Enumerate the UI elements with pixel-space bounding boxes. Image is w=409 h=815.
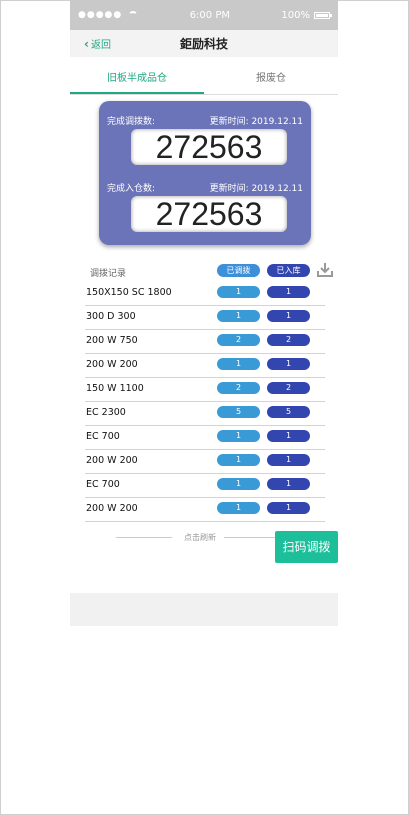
battery-icon bbox=[314, 11, 332, 19]
records-header: 调拨记录 已调拨 已入库 bbox=[70, 262, 338, 280]
list-item[interactable]: EC 2300 5 5 bbox=[85, 402, 325, 426]
transferred-count-badge: 1 bbox=[217, 454, 260, 466]
stocked-count-badge: 2 bbox=[267, 334, 310, 346]
divider-right bbox=[224, 537, 280, 538]
back-label: 返回 bbox=[90, 40, 111, 51]
item-name: 300 D 300 bbox=[86, 311, 136, 322]
transferred-count-badge: 2 bbox=[217, 382, 260, 394]
item-name: 150X150 SC 1800 bbox=[86, 287, 172, 298]
stocked-count-badge: 1 bbox=[267, 502, 310, 514]
stockin-count-label: 完成入仓数: bbox=[107, 184, 156, 194]
back-button[interactable]: ‹ 返回 bbox=[84, 36, 111, 52]
item-name: 200 W 200 bbox=[86, 359, 138, 370]
stocked-count-badge: 5 bbox=[267, 406, 310, 418]
item-name: 200 W 200 bbox=[86, 455, 138, 466]
nav-bar: ‹ 返回 鉅励科技 bbox=[70, 30, 338, 57]
transferred-count-badge: 1 bbox=[217, 478, 260, 490]
transfer-updated-time: 更新时间: 2019.12.11 bbox=[209, 117, 303, 127]
item-name: EC 2300 bbox=[86, 407, 126, 418]
list-item[interactable]: 200 W 200 1 1 bbox=[85, 354, 325, 378]
item-name: 200 W 200 bbox=[86, 503, 138, 514]
bottom-bar bbox=[70, 593, 338, 626]
stocked-count-badge: 1 bbox=[267, 358, 310, 370]
list-item[interactable]: EC 700 1 1 bbox=[85, 426, 325, 450]
summary-card: 完成调拨数: 更新时间: 2019.12.11 272563 完成入仓数: 更新… bbox=[99, 101, 311, 245]
status-time: 6:00 PM bbox=[189, 9, 230, 21]
tab-scrap-warehouse[interactable]: 报废仓 bbox=[204, 70, 338, 94]
transferred-count-badge: 1 bbox=[217, 310, 260, 322]
list-item[interactable]: 300 D 300 1 1 bbox=[85, 306, 325, 330]
records-list: 150X150 SC 1800 1 1 300 D 300 1 1 200 W 750 2… bbox=[85, 282, 325, 522]
item-name: 200 W 750 bbox=[86, 335, 138, 346]
transfer-count-label: 完成调拨数: bbox=[107, 117, 156, 127]
stocked-column-badge: 已入库 bbox=[267, 264, 310, 277]
stocked-count-badge: 1 bbox=[267, 310, 310, 322]
stocked-count-badge: 1 bbox=[267, 454, 310, 466]
tab-semi-finished-warehouse[interactable]: 旧板半成品仓 bbox=[70, 70, 204, 94]
records-title: 调拨记录 bbox=[90, 269, 127, 279]
stockin-updated-time: 更新时间: 2019.12.11 bbox=[209, 184, 303, 194]
item-name: 150 W 1100 bbox=[86, 383, 144, 394]
transferred-count-badge: 2 bbox=[217, 334, 260, 346]
stockin-count-value: 272563 bbox=[131, 196, 287, 232]
transferred-count-badge: 1 bbox=[217, 430, 260, 442]
divider-left bbox=[116, 537, 172, 538]
list-item[interactable]: 200 W 200 1 1 bbox=[85, 498, 325, 522]
phone-screen: ●●●●● 6:00 PM 100% ‹ 返回 鉅励科技 旧板半成品仓 报废仓 … bbox=[70, 0, 338, 630]
transferred-count-badge: 1 bbox=[217, 502, 260, 514]
item-name: EC 700 bbox=[86, 431, 120, 442]
refresh-link[interactable]: 点击刷新 bbox=[116, 531, 280, 543]
list-item[interactable]: 200 W 750 2 2 bbox=[85, 330, 325, 354]
list-item[interactable]: 150 W 1100 2 2 bbox=[85, 378, 325, 402]
stocked-count-badge: 2 bbox=[267, 382, 310, 394]
download-icon[interactable] bbox=[317, 262, 333, 278]
transferred-count-badge: 5 bbox=[217, 406, 260, 418]
list-item[interactable]: EC 700 1 1 bbox=[85, 474, 325, 498]
refresh-label: 点击刷新 bbox=[184, 533, 216, 542]
stocked-count-badge: 1 bbox=[267, 478, 310, 490]
stocked-count-badge: 1 bbox=[267, 286, 310, 298]
scan-transfer-button[interactable]: 扫码调拨 bbox=[275, 531, 338, 563]
transfer-count-value: 272563 bbox=[131, 129, 287, 165]
transferred-count-badge: 1 bbox=[217, 286, 260, 298]
list-item[interactable]: 200 W 200 1 1 bbox=[85, 450, 325, 474]
stocked-count-badge: 1 bbox=[267, 430, 310, 442]
battery-percent: 100% bbox=[281, 9, 310, 21]
wifi-icon bbox=[128, 11, 139, 19]
item-name: EC 700 bbox=[86, 479, 120, 490]
status-bar: ●●●●● 6:00 PM 100% bbox=[70, 0, 338, 30]
list-item[interactable]: 150X150 SC 1800 1 1 bbox=[85, 282, 325, 306]
chevron-left-icon: ‹ bbox=[84, 36, 89, 51]
transferred-count-badge: 1 bbox=[217, 358, 260, 370]
transferred-column-badge: 已调拨 bbox=[217, 264, 260, 277]
tab-bar: 旧板半成品仓 报废仓 bbox=[70, 70, 338, 95]
signal-icon: ●●●●● bbox=[78, 10, 123, 20]
